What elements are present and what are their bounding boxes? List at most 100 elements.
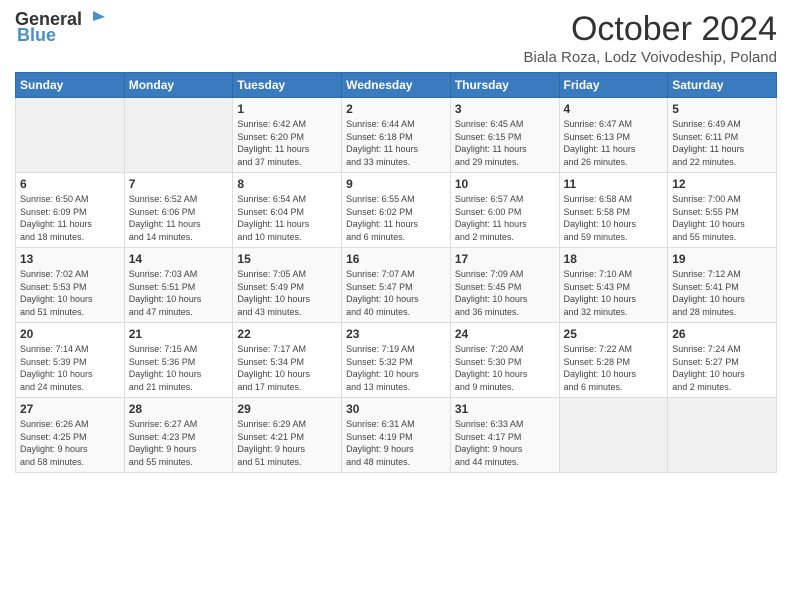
- day-number: 2: [346, 102, 446, 116]
- cell-sun-info: Sunrise: 6:55 AM Sunset: 6:02 PM Dayligh…: [346, 193, 446, 243]
- calendar-cell: 14 Sunrise: 7:03 AM Sunset: 5:51 PM Dayli…: [124, 248, 233, 323]
- calendar-cell: 13Sunrise: 7:02 AM Sunset: 5:53 PM Dayli…: [16, 248, 125, 323]
- calendar-cell: 5Sunrise: 6:49 AM Sunset: 6:11 PM Daylig…: [668, 98, 777, 173]
- day-number: 7: [129, 177, 229, 191]
- day-number: 16: [346, 252, 446, 266]
- cell-sun-info: Sunrise: 7:00 AM Sunset: 5:55 PM Dayligh…: [672, 193, 772, 243]
- day-number: 18: [564, 252, 664, 266]
- week-row-4: 20 Sunrise: 7:14 AM Sunset: 5:39 PM Dayli…: [16, 323, 777, 398]
- day-number: 20: [20, 327, 120, 341]
- calendar-cell: 18 Sunrise: 7:10 AM Sunset: 5:43 PM Dayli…: [559, 248, 668, 323]
- days-header-row: SundayMondayTuesdayWednesdayThursdayFrid…: [16, 73, 777, 98]
- week-row-1: 1Sunrise: 6:42 AM Sunset: 6:20 PM Daylig…: [16, 98, 777, 173]
- cell-sun-info: Sunrise: 6:27 AM Sunset: 4:23 PM Dayligh…: [129, 418, 229, 468]
- cell-sun-info: Sunrise: 7:14 AM Sunset: 5:39 PM Dayligh…: [20, 343, 120, 393]
- cell-sun-info: Sunrise: 7:19 AM Sunset: 5:32 PM Dayligh…: [346, 343, 446, 393]
- cell-sun-info: Sunrise: 7:20 AM Sunset: 5:30 PM Dayligh…: [455, 343, 555, 393]
- day-number: 24: [455, 327, 555, 341]
- header-day-tuesday: Tuesday: [233, 73, 342, 98]
- calendar-cell: 17 Sunrise: 7:09 AM Sunset: 5:45 PM Dayli…: [450, 248, 559, 323]
- calendar-cell: 24 Sunrise: 7:20 AM Sunset: 5:30 PM Dayli…: [450, 323, 559, 398]
- cell-sun-info: Sunrise: 6:31 AM Sunset: 4:19 PM Dayligh…: [346, 418, 446, 468]
- header-day-wednesday: Wednesday: [342, 73, 451, 98]
- title-block: October 2024 Biala Roza, Lodz Voivodeshi…: [523, 10, 777, 66]
- header-day-monday: Monday: [124, 73, 233, 98]
- header-day-sunday: Sunday: [16, 73, 125, 98]
- day-number: 30: [346, 402, 446, 416]
- day-number: 8: [237, 177, 337, 191]
- header-day-saturday: Saturday: [668, 73, 777, 98]
- calendar-cell: 30 Sunrise: 6:31 AM Sunset: 4:19 PM Dayli…: [342, 398, 451, 473]
- calendar-cell: 3 Sunrise: 6:45 AM Sunset: 6:15 PM Daylig…: [450, 98, 559, 173]
- calendar-cell: 6Sunrise: 6:50 AM Sunset: 6:09 PM Daylig…: [16, 173, 125, 248]
- week-row-5: 27Sunrise: 6:26 AM Sunset: 4:25 PM Dayli…: [16, 398, 777, 473]
- day-number: 31: [455, 402, 555, 416]
- cell-sun-info: Sunrise: 7:24 AM Sunset: 5:27 PM Dayligh…: [672, 343, 772, 393]
- cell-sun-info: Sunrise: 7:02 AM Sunset: 5:53 PM Dayligh…: [20, 268, 120, 318]
- logo-text-blue: Blue: [15, 26, 56, 46]
- cell-sun-info: Sunrise: 6:29 AM Sunset: 4:21 PM Dayligh…: [237, 418, 337, 468]
- cell-sun-info: Sunrise: 7:22 AM Sunset: 5:28 PM Dayligh…: [564, 343, 664, 393]
- cell-sun-info: Sunrise: 6:54 AM Sunset: 6:04 PM Dayligh…: [237, 193, 337, 243]
- cell-sun-info: Sunrise: 6:47 AM Sunset: 6:13 PM Dayligh…: [564, 118, 664, 168]
- calendar-cell: [559, 398, 668, 473]
- day-number: 25: [564, 327, 664, 341]
- cell-sun-info: Sunrise: 7:10 AM Sunset: 5:43 PM Dayligh…: [564, 268, 664, 318]
- cell-sun-info: Sunrise: 6:26 AM Sunset: 4:25 PM Dayligh…: [20, 418, 120, 468]
- day-number: 3: [455, 102, 555, 116]
- calendar-cell: 16 Sunrise: 7:07 AM Sunset: 5:47 PM Dayli…: [342, 248, 451, 323]
- calendar-cell: [124, 98, 233, 173]
- calendar-cell: 23 Sunrise: 7:19 AM Sunset: 5:32 PM Dayli…: [342, 323, 451, 398]
- calendar-cell: 20 Sunrise: 7:14 AM Sunset: 5:39 PM Dayli…: [16, 323, 125, 398]
- calendar-cell: 21 Sunrise: 7:15 AM Sunset: 5:36 PM Dayli…: [124, 323, 233, 398]
- cell-sun-info: Sunrise: 6:52 AM Sunset: 6:06 PM Dayligh…: [129, 193, 229, 243]
- cell-sun-info: Sunrise: 6:49 AM Sunset: 6:11 PM Dayligh…: [672, 118, 772, 168]
- cell-sun-info: Sunrise: 6:44 AM Sunset: 6:18 PM Dayligh…: [346, 118, 446, 168]
- header-day-friday: Friday: [559, 73, 668, 98]
- calendar-cell: 31 Sunrise: 6:33 AM Sunset: 4:17 PM Dayli…: [450, 398, 559, 473]
- day-number: 28: [129, 402, 229, 416]
- cell-sun-info: Sunrise: 7:05 AM Sunset: 5:49 PM Dayligh…: [237, 268, 337, 318]
- week-row-3: 13Sunrise: 7:02 AM Sunset: 5:53 PM Dayli…: [16, 248, 777, 323]
- calendar-cell: 10Sunrise: 6:57 AM Sunset: 6:00 PM Dayli…: [450, 173, 559, 248]
- day-number: 22: [237, 327, 337, 341]
- cell-sun-info: Sunrise: 7:12 AM Sunset: 5:41 PM Dayligh…: [672, 268, 772, 318]
- cell-sun-info: Sunrise: 7:17 AM Sunset: 5:34 PM Dayligh…: [237, 343, 337, 393]
- calendar-cell: 29Sunrise: 6:29 AM Sunset: 4:21 PM Dayli…: [233, 398, 342, 473]
- day-number: 1: [237, 102, 337, 116]
- calendar-cell: 9 Sunrise: 6:55 AM Sunset: 6:02 PM Daylig…: [342, 173, 451, 248]
- cell-sun-info: Sunrise: 7:07 AM Sunset: 5:47 PM Dayligh…: [346, 268, 446, 318]
- cell-sun-info: Sunrise: 7:15 AM Sunset: 5:36 PM Dayligh…: [129, 343, 229, 393]
- day-number: 17: [455, 252, 555, 266]
- cell-sun-info: Sunrise: 6:45 AM Sunset: 6:15 PM Dayligh…: [455, 118, 555, 168]
- week-row-2: 6Sunrise: 6:50 AM Sunset: 6:09 PM Daylig…: [16, 173, 777, 248]
- month-title: October 2024: [523, 10, 777, 49]
- calendar-cell: 11 Sunrise: 6:58 AM Sunset: 5:58 PM Dayli…: [559, 173, 668, 248]
- calendar-cell: 7 Sunrise: 6:52 AM Sunset: 6:06 PM Daylig…: [124, 173, 233, 248]
- calendar-cell: 2 Sunrise: 6:44 AM Sunset: 6:18 PM Daylig…: [342, 98, 451, 173]
- cell-sun-info: Sunrise: 6:58 AM Sunset: 5:58 PM Dayligh…: [564, 193, 664, 243]
- cell-sun-info: Sunrise: 6:50 AM Sunset: 6:09 PM Dayligh…: [20, 193, 120, 243]
- day-number: 14: [129, 252, 229, 266]
- calendar-cell: 8 Sunrise: 6:54 AM Sunset: 6:04 PM Daylig…: [233, 173, 342, 248]
- calendar-cell: 15Sunrise: 7:05 AM Sunset: 5:49 PM Dayli…: [233, 248, 342, 323]
- day-number: 9: [346, 177, 446, 191]
- calendar-cell: 28 Sunrise: 6:27 AM Sunset: 4:23 PM Dayli…: [124, 398, 233, 473]
- cell-sun-info: Sunrise: 7:09 AM Sunset: 5:45 PM Dayligh…: [455, 268, 555, 318]
- calendar-cell: 22 Sunrise: 7:17 AM Sunset: 5:34 PM Dayli…: [233, 323, 342, 398]
- cell-sun-info: Sunrise: 6:33 AM Sunset: 4:17 PM Dayligh…: [455, 418, 555, 468]
- logo-bird-icon: [83, 7, 105, 29]
- calendar-cell: 1Sunrise: 6:42 AM Sunset: 6:20 PM Daylig…: [233, 98, 342, 173]
- cell-sun-info: Sunrise: 6:57 AM Sunset: 6:00 PM Dayligh…: [455, 193, 555, 243]
- calendar-cell: 26Sunrise: 7:24 AM Sunset: 5:27 PM Dayli…: [668, 323, 777, 398]
- calendar-cell: 27Sunrise: 6:26 AM Sunset: 4:25 PM Dayli…: [16, 398, 125, 473]
- cell-sun-info: Sunrise: 7:03 AM Sunset: 5:51 PM Dayligh…: [129, 268, 229, 318]
- day-number: 11: [564, 177, 664, 191]
- day-number: 12: [672, 177, 772, 191]
- day-number: 23: [346, 327, 446, 341]
- calendar-page: General Blue October 2024 Biala Roza, Lo…: [0, 0, 792, 612]
- calendar-cell: 25 Sunrise: 7:22 AM Sunset: 5:28 PM Dayli…: [559, 323, 668, 398]
- day-number: 21: [129, 327, 229, 341]
- calendar-cell: 19Sunrise: 7:12 AM Sunset: 5:41 PM Dayli…: [668, 248, 777, 323]
- calendar-cell: [16, 98, 125, 173]
